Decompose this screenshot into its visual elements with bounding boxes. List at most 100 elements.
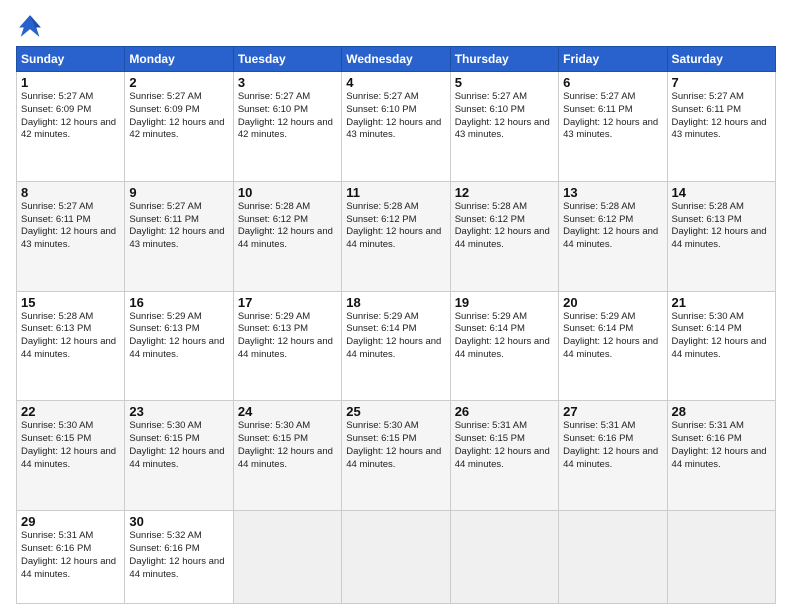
calendar-cell: 26 Sunrise: 5:31 AM Sunset: 6:15 PM Dayl… (450, 401, 558, 511)
cell-content: Sunrise: 5:29 AM Sunset: 6:14 PM Dayligh… (455, 311, 554, 362)
day-number: 26 (455, 404, 554, 419)
day-number: 19 (455, 295, 554, 310)
sunrise: Sunrise: 5:27 AM (129, 91, 201, 102)
calendar-table: SundayMondayTuesdayWednesdayThursdayFrid… (16, 46, 776, 604)
day-number: 7 (672, 75, 771, 90)
calendar-cell: 4 Sunrise: 5:27 AM Sunset: 6:10 PM Dayli… (342, 72, 450, 182)
daylight: Daylight: 12 hours and 42 minutes. (129, 117, 224, 141)
sunset: Sunset: 6:10 PM (455, 104, 525, 115)
sunrise: Sunrise: 5:30 AM (672, 311, 744, 322)
cell-content: Sunrise: 5:29 AM Sunset: 6:14 PM Dayligh… (346, 311, 445, 362)
sunrise: Sunrise: 5:27 AM (21, 91, 93, 102)
cell-content: Sunrise: 5:29 AM Sunset: 6:13 PM Dayligh… (129, 311, 228, 362)
cell-content: Sunrise: 5:28 AM Sunset: 6:12 PM Dayligh… (238, 201, 337, 252)
calendar-cell (667, 511, 775, 604)
cell-content: Sunrise: 5:30 AM Sunset: 6:14 PM Dayligh… (672, 311, 771, 362)
sunset: Sunset: 6:13 PM (129, 323, 199, 334)
calendar-cell: 10 Sunrise: 5:28 AM Sunset: 6:12 PM Dayl… (233, 181, 341, 291)
daylight: Daylight: 12 hours and 42 minutes. (238, 117, 333, 141)
cell-content: Sunrise: 5:27 AM Sunset: 6:11 PM Dayligh… (563, 91, 662, 142)
sunset: Sunset: 6:11 PM (672, 104, 742, 115)
cell-content: Sunrise: 5:31 AM Sunset: 6:16 PM Dayligh… (672, 420, 771, 471)
day-header-monday: Monday (125, 47, 233, 72)
daylight: Daylight: 12 hours and 43 minutes. (455, 117, 550, 141)
cell-content: Sunrise: 5:28 AM Sunset: 6:12 PM Dayligh… (563, 201, 662, 252)
daylight: Daylight: 12 hours and 44 minutes. (563, 336, 658, 360)
sunset: Sunset: 6:14 PM (346, 323, 416, 334)
sunrise: Sunrise: 5:27 AM (346, 91, 418, 102)
calendar-cell: 21 Sunrise: 5:30 AM Sunset: 6:14 PM Dayl… (667, 291, 775, 401)
calendar-cell: 23 Sunrise: 5:30 AM Sunset: 6:15 PM Dayl… (125, 401, 233, 511)
calendar-week-row: 15 Sunrise: 5:28 AM Sunset: 6:13 PM Dayl… (17, 291, 776, 401)
day-number: 1 (21, 75, 120, 90)
sunset: Sunset: 6:10 PM (238, 104, 308, 115)
calendar-cell: 12 Sunrise: 5:28 AM Sunset: 6:12 PM Dayl… (450, 181, 558, 291)
calendar-week-row: 29 Sunrise: 5:31 AM Sunset: 6:16 PM Dayl… (17, 511, 776, 604)
calendar-cell: 7 Sunrise: 5:27 AM Sunset: 6:11 PM Dayli… (667, 72, 775, 182)
calendar-cell: 25 Sunrise: 5:30 AM Sunset: 6:15 PM Dayl… (342, 401, 450, 511)
daylight: Daylight: 12 hours and 43 minutes. (129, 226, 224, 250)
daylight: Daylight: 12 hours and 44 minutes. (563, 226, 658, 250)
sunrise: Sunrise: 5:30 AM (238, 420, 310, 431)
sunset: Sunset: 6:12 PM (455, 214, 525, 225)
sunset: Sunset: 6:14 PM (672, 323, 742, 334)
sunset: Sunset: 6:11 PM (21, 214, 91, 225)
calendar-cell: 14 Sunrise: 5:28 AM Sunset: 6:13 PM Dayl… (667, 181, 775, 291)
daylight: Daylight: 12 hours and 44 minutes. (455, 446, 550, 470)
day-number: 28 (672, 404, 771, 419)
cell-content: Sunrise: 5:28 AM Sunset: 6:13 PM Dayligh… (21, 311, 120, 362)
calendar-cell: 27 Sunrise: 5:31 AM Sunset: 6:16 PM Dayl… (559, 401, 667, 511)
calendar-cell (342, 511, 450, 604)
sunrise: Sunrise: 5:29 AM (346, 311, 418, 322)
daylight: Daylight: 12 hours and 42 minutes. (21, 117, 116, 141)
daylight: Daylight: 12 hours and 44 minutes. (455, 336, 550, 360)
calendar-cell: 9 Sunrise: 5:27 AM Sunset: 6:11 PM Dayli… (125, 181, 233, 291)
calendar-cell: 20 Sunrise: 5:29 AM Sunset: 6:14 PM Dayl… (559, 291, 667, 401)
cell-content: Sunrise: 5:30 AM Sunset: 6:15 PM Dayligh… (238, 420, 337, 471)
sunset: Sunset: 6:13 PM (672, 214, 742, 225)
calendar-cell: 29 Sunrise: 5:31 AM Sunset: 6:16 PM Dayl… (17, 511, 125, 604)
logo (16, 12, 48, 40)
day-number: 14 (672, 185, 771, 200)
day-number: 21 (672, 295, 771, 310)
sunset: Sunset: 6:15 PM (129, 433, 199, 444)
day-number: 16 (129, 295, 228, 310)
cell-content: Sunrise: 5:31 AM Sunset: 6:16 PM Dayligh… (21, 530, 120, 581)
sunrise: Sunrise: 5:29 AM (563, 311, 635, 322)
sunset: Sunset: 6:14 PM (455, 323, 525, 334)
sunrise: Sunrise: 5:31 AM (455, 420, 527, 431)
day-header-thursday: Thursday (450, 47, 558, 72)
calendar-cell: 16 Sunrise: 5:29 AM Sunset: 6:13 PM Dayl… (125, 291, 233, 401)
cell-content: Sunrise: 5:30 AM Sunset: 6:15 PM Dayligh… (346, 420, 445, 471)
calendar-header-row: SundayMondayTuesdayWednesdayThursdayFrid… (17, 47, 776, 72)
daylight: Daylight: 12 hours and 43 minutes. (672, 117, 767, 141)
cell-content: Sunrise: 5:27 AM Sunset: 6:09 PM Dayligh… (129, 91, 228, 142)
daylight: Daylight: 12 hours and 44 minutes. (238, 226, 333, 250)
cell-content: Sunrise: 5:28 AM Sunset: 6:12 PM Dayligh… (346, 201, 445, 252)
sunset: Sunset: 6:16 PM (563, 433, 633, 444)
day-number: 17 (238, 295, 337, 310)
sunrise: Sunrise: 5:27 AM (21, 201, 93, 212)
calendar-cell: 5 Sunrise: 5:27 AM Sunset: 6:10 PM Dayli… (450, 72, 558, 182)
day-number: 22 (21, 404, 120, 419)
daylight: Daylight: 12 hours and 44 minutes. (238, 446, 333, 470)
day-number: 11 (346, 185, 445, 200)
sunset: Sunset: 6:11 PM (129, 214, 199, 225)
calendar-cell (233, 511, 341, 604)
daylight: Daylight: 12 hours and 44 minutes. (21, 446, 116, 470)
sunrise: Sunrise: 5:32 AM (129, 530, 201, 541)
daylight: Daylight: 12 hours and 44 minutes. (129, 556, 224, 580)
cell-content: Sunrise: 5:27 AM Sunset: 6:10 PM Dayligh… (455, 91, 554, 142)
daylight: Daylight: 12 hours and 44 minutes. (672, 336, 767, 360)
calendar-cell: 3 Sunrise: 5:27 AM Sunset: 6:10 PM Dayli… (233, 72, 341, 182)
sunrise: Sunrise: 5:27 AM (455, 91, 527, 102)
sunset: Sunset: 6:12 PM (238, 214, 308, 225)
sunset: Sunset: 6:12 PM (346, 214, 416, 225)
calendar-cell: 6 Sunrise: 5:27 AM Sunset: 6:11 PM Dayli… (559, 72, 667, 182)
sunrise: Sunrise: 5:28 AM (563, 201, 635, 212)
sunset: Sunset: 6:15 PM (455, 433, 525, 444)
sunrise: Sunrise: 5:30 AM (346, 420, 418, 431)
cell-content: Sunrise: 5:29 AM Sunset: 6:14 PM Dayligh… (563, 311, 662, 362)
sunset: Sunset: 6:12 PM (563, 214, 633, 225)
sunrise: Sunrise: 5:27 AM (563, 91, 635, 102)
